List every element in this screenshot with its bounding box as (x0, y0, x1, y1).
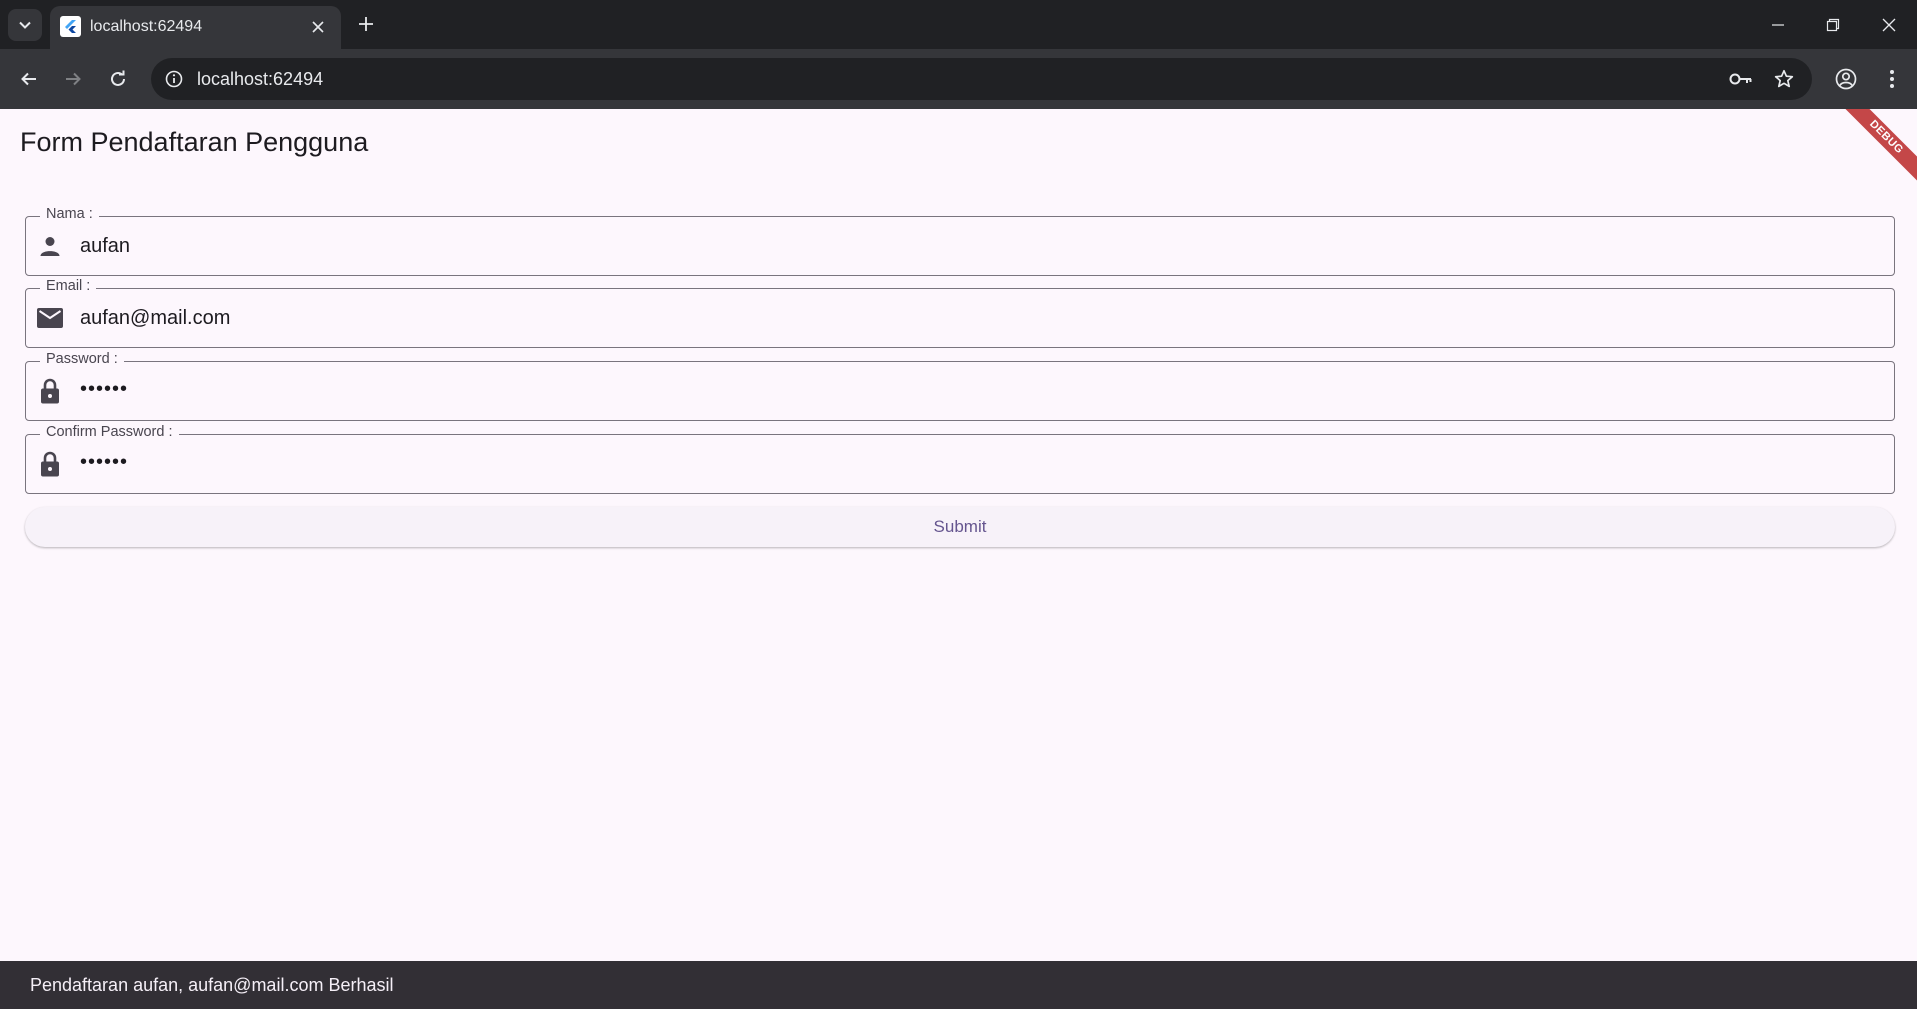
email-field-value: aufan@mail.com (80, 307, 231, 329)
lock-icon (37, 378, 63, 404)
profile-icon[interactable] (1830, 63, 1862, 95)
reload-button[interactable] (101, 62, 135, 96)
submit-button[interactable]: Submit (25, 507, 1895, 547)
address-bar[interactable]: localhost:62494 (151, 58, 1812, 100)
name-field-label: Nama : (40, 206, 99, 222)
forward-button[interactable] (56, 62, 90, 96)
email-field[interactable]: Email : aufan@mail.com (25, 278, 1895, 348)
snackbar: Pendaftaran aufan, aufan@mail.com Berhas… (0, 961, 1917, 1009)
reload-icon (111, 70, 125, 86)
app-page: DEBUG Form Pendaftaran Pengguna Nama : a… (0, 109, 1917, 1009)
star-icon[interactable] (1771, 66, 1797, 92)
tab-title: localhost:62494 (90, 18, 203, 35)
restore-button[interactable] (1805, 0, 1861, 49)
debug-banner: DEBUG (1834, 109, 1917, 190)
password-field-value: •••••• (80, 378, 129, 400)
person-icon (37, 233, 63, 259)
password-field-label: Password : (40, 351, 124, 367)
mail-icon (37, 305, 63, 331)
name-field[interactable]: Nama : aufan (25, 206, 1895, 276)
url-text: localhost:62494 (197, 69, 324, 89)
confirm-password-field-value: •••••• (80, 451, 129, 473)
window-close-icon (1882, 18, 1896, 31)
restore-icon (1826, 18, 1840, 31)
back-button[interactable] (12, 62, 46, 96)
flutter-icon (60, 16, 81, 37)
minimize-icon (1772, 23, 1784, 26)
confirm-password-field[interactable]: Confirm Password : •••••• (25, 424, 1895, 494)
chevron-down-icon (19, 21, 31, 29)
kebab-menu-icon[interactable] (1880, 63, 1904, 95)
window-close-button[interactable] (1861, 0, 1917, 49)
email-field-label: Email : (40, 278, 97, 294)
password-field[interactable]: Password : •••••• (25, 351, 1895, 421)
plus-icon (359, 17, 373, 31)
tab-search-button[interactable] (8, 9, 42, 41)
key-icon[interactable] (1727, 67, 1755, 91)
browser-tab-strip: localhost:62494 (0, 0, 1917, 49)
browser-toolbar: localhost:62494 (0, 49, 1917, 109)
close-icon[interactable] (306, 15, 330, 39)
minimize-button[interactable] (1750, 0, 1806, 49)
snackbar-message: Pendaftaran aufan, aufan@mail.com Berhas… (30, 975, 394, 995)
page-title: Form Pendaftaran Pengguna (20, 127, 369, 157)
back-arrow-icon (21, 72, 36, 86)
confirm-password-field-label: Confirm Password : (40, 424, 179, 440)
name-field-value: aufan (80, 235, 131, 257)
forward-arrow-icon (66, 72, 81, 86)
browser-tab[interactable]: localhost:62494 (50, 6, 341, 49)
new-tab-button[interactable] (352, 10, 380, 38)
info-icon[interactable] (163, 68, 185, 90)
lock-icon (37, 451, 63, 477)
